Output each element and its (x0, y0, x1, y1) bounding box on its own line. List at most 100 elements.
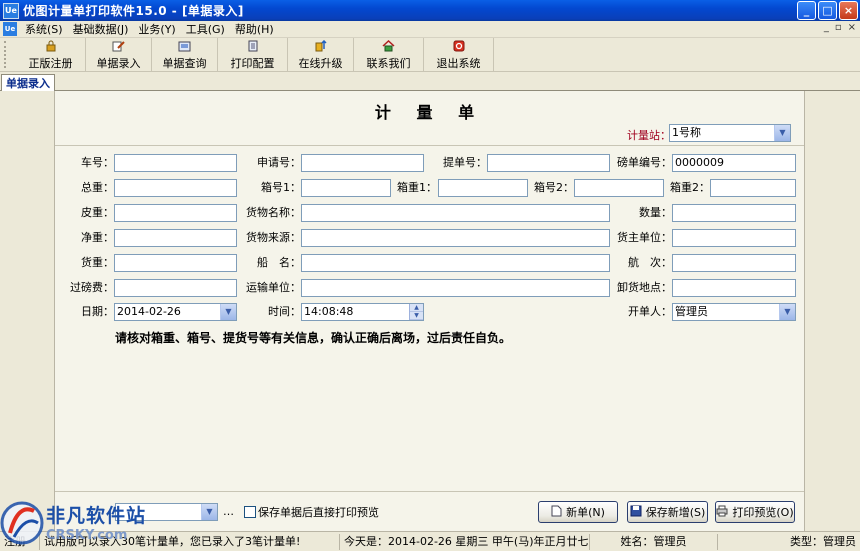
title-bar[interactable]: Ue 优图计量单打印软件15.0 - [单据录入] _ □ × (0, 0, 860, 21)
menu-help[interactable]: 帮助(H) (230, 21, 279, 37)
save-new-label: 保存新增(S) (645, 506, 706, 519)
date-picker[interactable]: 2014-02-26 ▼ (114, 303, 237, 321)
box-weight2-input[interactable] (710, 179, 796, 197)
cargo-input[interactable] (114, 254, 237, 272)
upgrade-button[interactable]: 在线升级 (288, 38, 354, 72)
box2-label: 箱号2： (534, 181, 574, 194)
unload-input[interactable] (672, 279, 796, 297)
print-preview-button[interactable]: 打印预览(O) (715, 501, 795, 523)
goods-name-input[interactable] (301, 204, 610, 222)
print-config-icon (246, 40, 260, 53)
query-icon (178, 40, 192, 53)
bill-no-input[interactable] (487, 154, 610, 172)
owner-input[interactable] (672, 229, 796, 247)
goods-source-label: 货物来源： (246, 231, 301, 244)
form-title: 计 量 单 (374, 103, 485, 122)
issuer-select[interactable]: 管理员 ▼ (672, 303, 796, 321)
chevron-down-icon[interactable]: ▼ (220, 304, 236, 320)
weigh-no-input[interactable]: 0000009 (672, 154, 796, 172)
app-icon: Ue (3, 2, 19, 19)
status-today: 今天是：2014-02-26 星期三 甲午(马)年正月廿七 (340, 533, 590, 550)
tab-entry[interactable]: 单据录入 (1, 74, 55, 91)
upgrade-icon (314, 40, 328, 53)
status-info: 试用版可以录入30笔计量单，您已录入了3笔计量单! (40, 533, 340, 550)
voyage-input[interactable] (672, 254, 796, 272)
tab-bar: 单据录入 (0, 72, 860, 91)
save-icon (630, 505, 642, 519)
car-no-input[interactable] (114, 154, 237, 172)
time-value: 14:08:48 (304, 305, 354, 318)
quantity-label: 数量： (639, 206, 672, 219)
net-input[interactable] (114, 229, 237, 247)
station-select[interactable]: 1号称 ▼ (669, 124, 791, 142)
contact-label: 联系我们 (366, 56, 411, 70)
car-no-label: 车号： (81, 156, 114, 169)
date-value: 2014-02-26 (117, 305, 181, 318)
lock-icon (44, 40, 58, 53)
printer-icon (716, 505, 728, 519)
time-stepper[interactable]: 14:08:48 ▲ ▼ (301, 303, 424, 321)
notice-text: 请核对箱重、箱号、提货号等有关信息，确认正确后离场，过后责任自负。 (115, 331, 512, 345)
minimize-button[interactable]: _ (797, 1, 816, 20)
save-new-button[interactable]: 保存新增(S) (627, 501, 708, 523)
spin-buttons[interactable]: ▲ ▼ (409, 304, 423, 320)
owner-label: 货主单位： (617, 231, 672, 244)
query-label: 单据查询 (162, 56, 207, 70)
issuer-label: 开单人： (628, 305, 672, 318)
print-config-button[interactable]: 打印配置 (218, 38, 288, 72)
status-bar: 注册 试用版可以录入30笔计量单，您已录入了3笔计量单! 今天是：2014-02… (0, 531, 860, 551)
chevron-down-icon[interactable]: ▼ (779, 304, 795, 320)
spin-up-icon[interactable]: ▲ (410, 304, 423, 312)
exit-icon (452, 40, 466, 53)
new-document-icon (551, 505, 562, 519)
chevron-down-icon[interactable]: ▼ (774, 125, 790, 141)
unload-label: 卸货地点： (617, 281, 672, 294)
transport-input[interactable] (301, 279, 610, 297)
apply-no-input[interactable] (301, 154, 424, 172)
register-button[interactable]: 正版注册 (16, 38, 86, 72)
exit-button[interactable]: 退出系统 (424, 38, 494, 72)
fee-input[interactable] (114, 279, 237, 297)
edit-icon (112, 40, 126, 53)
entry-label: 单据录入 (96, 56, 141, 70)
box1-input[interactable] (301, 179, 391, 197)
bottom-divider (55, 491, 804, 492)
goods-source-input[interactable] (301, 229, 610, 247)
maximize-button[interactable]: □ (818, 1, 837, 20)
toolbar: 正版注册 单据录入 单据查询 打印配置 在线升级 联系我们 退出系统 (0, 38, 860, 72)
box-weight1-input[interactable] (438, 179, 528, 197)
ship-input[interactable] (301, 254, 610, 272)
print-preview-checkbox[interactable] (244, 506, 256, 518)
entry-button[interactable]: 单据录入 (86, 38, 152, 72)
query-button[interactable]: 单据查询 (152, 38, 218, 72)
mdi-close-button[interactable]: × (848, 22, 856, 33)
quantity-input[interactable] (672, 204, 796, 222)
contact-button[interactable]: 联系我们 (354, 38, 424, 72)
station-label: 计量站： (627, 129, 671, 142)
new-bill-button[interactable]: 新单(N) (538, 501, 618, 523)
more-ellipsis[interactable]: … (223, 505, 234, 518)
gross-input[interactable] (114, 179, 237, 197)
upgrade-label: 在线升级 (298, 56, 343, 70)
close-button[interactable]: × (839, 1, 858, 20)
left-panel (0, 91, 55, 531)
right-panel (804, 91, 860, 531)
time-label: 时间： (268, 305, 301, 318)
print-preview-checkbox-label[interactable]: 保存单据后直接打印预览 (258, 504, 379, 520)
menu-tools[interactable]: 工具(G) (181, 21, 230, 37)
toolbar-grip[interactable] (4, 41, 12, 68)
tare-input[interactable] (114, 204, 237, 222)
spin-down-icon[interactable]: ▼ (410, 312, 423, 320)
menu-basic-data[interactable]: 基础数据(J) (68, 21, 134, 37)
mdi-restore-button[interactable]: ▫ (835, 22, 842, 33)
mdi-minimize-button[interactable]: _ (824, 22, 829, 33)
menu-system[interactable]: 系统(S) (20, 21, 68, 37)
station-value: 1号称 (672, 126, 701, 139)
bottom-select[interactable]: ▼ (115, 503, 218, 521)
bill-no-label: 提单号： (443, 156, 487, 169)
goods-name-label: 货物名称： (246, 206, 301, 219)
chevron-down-icon[interactable]: ▼ (201, 504, 217, 520)
mdi-app-icon[interactable]: Ue (3, 22, 17, 36)
menu-business[interactable]: 业务(Y) (133, 21, 180, 37)
box2-input[interactable] (574, 179, 664, 197)
